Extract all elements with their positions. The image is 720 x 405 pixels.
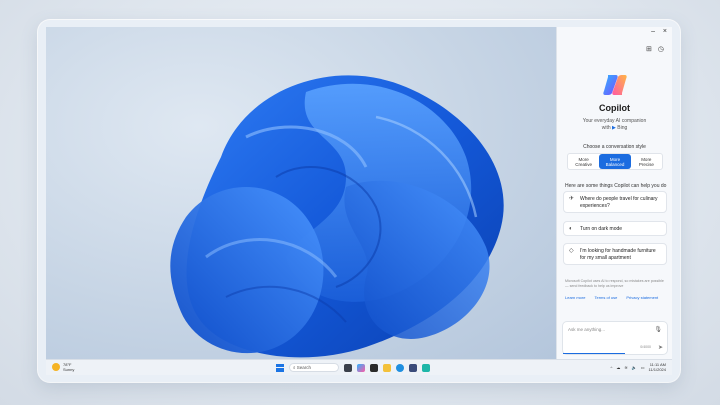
style-line2: Creative bbox=[575, 162, 593, 167]
style-line2: Balanced bbox=[605, 162, 625, 167]
start-button[interactable] bbox=[276, 363, 284, 372]
plane-icon: ✈ bbox=[569, 196, 575, 202]
tag-icon: ◇ bbox=[569, 248, 574, 254]
ask-input-placeholder[interactable]: Ask me anything... bbox=[568, 327, 605, 332]
suggestion-text: Where do people travel for culinary expe… bbox=[580, 196, 658, 209]
tagline-line1: Your everyday AI companion bbox=[582, 118, 647, 124]
clock[interactable]: 11:11 AM 11/1/2024 bbox=[649, 362, 667, 372]
microphone-icon[interactable]: 🎙 bbox=[654, 326, 662, 333]
close-button[interactable]: × bbox=[663, 28, 667, 35]
terms-link[interactable]: Terms of use bbox=[594, 295, 617, 300]
bloom-artwork bbox=[170, 75, 504, 358]
taskbar-apps: ⌕ Search bbox=[276, 363, 430, 372]
copilot-logo bbox=[603, 75, 627, 95]
copilot-taskbar-icon[interactable] bbox=[357, 363, 365, 372]
suggestion-text: I'm looking for handmade furniture for m… bbox=[580, 248, 656, 261]
screen: – × ⊞ ◷ Copilot Your everyday AI compani… bbox=[46, 27, 672, 375]
chevron-up-icon[interactable]: ^ bbox=[610, 365, 612, 370]
battery-icon[interactable]: ▭ bbox=[641, 365, 645, 370]
system-tray: ^ ☁ ≋ 🔈 ▭ 11:11 AM 11/1/2024 bbox=[610, 362, 666, 372]
taskbar-search[interactable]: ⌕ Search bbox=[289, 363, 339, 372]
bing-icon: ▶ bbox=[612, 125, 616, 131]
help-heading: Here are some things Copilot can help yo… bbox=[565, 183, 667, 189]
theme-icon: ◐ bbox=[569, 226, 573, 232]
pane-toolbar: ⊞ ◷ bbox=[646, 45, 664, 53]
suggestion-card[interactable]: ✈ Where do people travel for culinary ex… bbox=[563, 191, 667, 213]
style-line2: Precise bbox=[638, 162, 654, 167]
style-creative-button[interactable]: More Creative bbox=[568, 154, 599, 169]
send-icon[interactable]: ➤ bbox=[658, 344, 663, 351]
pane-titlebar: – × bbox=[557, 27, 672, 39]
tagline-line2: with ▶ Bing bbox=[557, 125, 672, 132]
ai-disclaimer: Microsoft Copilot uses AI to respond, so… bbox=[565, 279, 664, 288]
tagline-with: with bbox=[601, 125, 611, 131]
task-view-icon[interactable] bbox=[344, 363, 352, 372]
conversation-style-label: Choose a conversation style bbox=[583, 144, 646, 150]
conversation-style-selector: More Creative More Balanced More Precise bbox=[567, 153, 663, 170]
copilot-title: Copilot bbox=[599, 103, 630, 113]
widgets-icon[interactable] bbox=[370, 363, 378, 372]
desktop-wallpaper bbox=[46, 27, 556, 359]
input-focus-bar bbox=[563, 352, 626, 354]
suggestion-text: Turn on dark mode bbox=[580, 226, 623, 232]
store-icon[interactable] bbox=[409, 363, 417, 372]
style-balanced-button[interactable]: More Balanced bbox=[599, 154, 631, 169]
volume-icon[interactable]: 🔈 bbox=[632, 365, 637, 370]
clock-date: 11/1/2024 bbox=[648, 367, 667, 372]
suggestion-card[interactable]: ◐ Turn on dark mode bbox=[563, 221, 667, 236]
cloud-icon[interactable]: ☁ bbox=[616, 365, 620, 370]
weather-desc: Sunny bbox=[63, 367, 75, 372]
suggestion-card[interactable]: ◇ I'm looking for handmade furniture for… bbox=[563, 243, 667, 265]
learn-more-link[interactable]: Learn more bbox=[565, 295, 585, 300]
history-icon[interactable]: ◷ bbox=[658, 45, 664, 53]
edge-icon[interactable] bbox=[396, 363, 404, 372]
copilot-pane: – × ⊞ ◷ Copilot Your everyday AI compani… bbox=[556, 27, 672, 359]
style-precise-button[interactable]: More Precise bbox=[631, 154, 662, 169]
search-icon: ⌕ bbox=[293, 365, 296, 370]
device-frame: – × ⊞ ◷ Copilot Your everyday AI compani… bbox=[38, 20, 680, 382]
ask-input-box[interactable]: Ask me anything... 🎙 0/4000 ➤ bbox=[562, 321, 668, 355]
char-counter: 0/4000 bbox=[640, 345, 651, 349]
wifi-icon[interactable]: ≋ bbox=[624, 365, 627, 370]
footer-links: Learn more Terms of use Privacy statemen… bbox=[565, 295, 658, 300]
minimize-button[interactable]: – bbox=[651, 28, 655, 35]
taskbar: 78°F Sunny ⌕ Search ^ ☁ ≋ 🔈 ▭ 11:11 AM 1… bbox=[46, 359, 672, 375]
tagline-brand: Bing bbox=[617, 125, 628, 131]
plugins-icon[interactable]: ⊞ bbox=[646, 45, 652, 53]
weather-widget[interactable]: 78°F Sunny bbox=[52, 362, 74, 372]
app-icon[interactable] bbox=[422, 363, 430, 372]
privacy-link[interactable]: Privacy statement bbox=[626, 295, 658, 300]
file-explorer-icon[interactable] bbox=[383, 363, 391, 372]
sun-icon bbox=[52, 363, 60, 371]
search-label: Search bbox=[296, 365, 312, 370]
copilot-tagline: Your everyday AI companion with ▶ Bing bbox=[557, 118, 672, 132]
